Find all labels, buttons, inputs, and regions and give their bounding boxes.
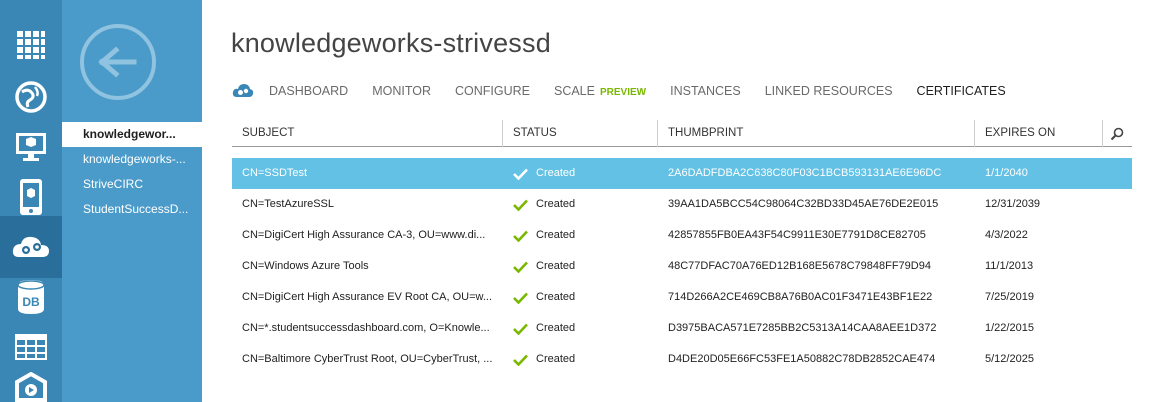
back-arrow-icon [98, 46, 137, 78]
status-text: Created [536, 198, 576, 210]
service-list: knowledgewor... knowledgeworks-... Striv… [62, 122, 202, 222]
checkmark-icon [513, 261, 528, 273]
tab-scale-label: SCALE [553, 84, 595, 98]
cell-thumbprint: 39AA1DA5BCC54C98064C32BD33D45AE76DE2E015 [668, 198, 939, 210]
tab-scale[interactable]: SCALE PREVIEW [554, 84, 646, 98]
search-icon [1110, 127, 1124, 140]
status-text: Created [536, 229, 576, 241]
cell-subject: CN=TestAzureSSL [242, 198, 335, 210]
certificates-table: SUBJECT STATUS THUMBPRINT EXPIRES ON CN=… [232, 120, 1132, 375]
service-item[interactable]: StriveCIRC [62, 172, 202, 197]
table-row[interactable]: CN=SSDTest Created 2A6DADFDBA2C638C80F03C1… [232, 158, 1132, 189]
table-body: CN=SSDTest Created 2A6DADFDBA2C638C80F03C1… [232, 158, 1132, 375]
status-text: Created [536, 260, 576, 272]
table-row[interactable]: CN=DigiCert High Assurance CA-3, OU=www.… [232, 220, 1132, 251]
page-title: knowledgeworks-strivessd [231, 28, 551, 58]
checkmark-icon [513, 292, 528, 304]
cell-status: Created [503, 158, 658, 189]
checkmark-icon [513, 230, 528, 242]
cell-subject: CN=DigiCert High Assurance CA-3, OU=www.… [242, 229, 486, 241]
cell-expires: 1/1/2040 [985, 167, 1028, 179]
tab-bar: DASHBOARD MONITOR CONFIGURE SCALE PREVIEW… [232, 80, 1030, 102]
table-row[interactable]: CN=*.studentsuccessdashboard.com, O=Know… [232, 313, 1132, 344]
tab-configure[interactable]: CONFIGURE [455, 84, 530, 98]
media-services-icon[interactable] [0, 366, 62, 402]
cell-thumbprint: 714D266A2CE469CB8A76B0AC01F3471E43BF1E22 [668, 291, 933, 303]
cell-status: Created [503, 189, 658, 220]
cell-thumbprint: D3975BACA571E7285BB2C5313A14CAA8AEE1D372 [668, 322, 937, 334]
status-text: Created [536, 167, 576, 179]
status-text: Created [536, 353, 576, 365]
table-row[interactable]: CN=Baltimore CyberTrust Root, OU=CyberTr… [232, 344, 1132, 375]
column-header-subject[interactable]: SUBJECT [232, 120, 503, 147]
cell-thumbprint: 48C77DFAC70A76ED12B168E5678C79848FF79D94 [668, 260, 931, 272]
tab-dashboard[interactable]: DASHBOARD [269, 84, 348, 98]
cell-status: Created [503, 220, 658, 251]
column-header-status[interactable]: STATUS [503, 120, 658, 147]
main-content: knowledgeworks-strivessd DASHBOARD MONIT… [202, 0, 1162, 402]
cell-status: Created [503, 251, 658, 282]
cell-expires: 7/25/2019 [985, 291, 1034, 303]
column-header-expires-on[interactable]: EXPIRES ON [975, 120, 1103, 147]
tab-certificates[interactable]: CERTIFICATES [917, 84, 1006, 98]
table-row[interactable]: CN=TestAzureSSL Created 39AA1DA5BCC54C9806… [232, 189, 1132, 220]
status-text: Created [536, 322, 576, 334]
cell-expires: 4/3/2022 [985, 229, 1028, 241]
service-item[interactable]: StudentSuccessD... [62, 197, 202, 222]
tab-instances[interactable]: INSTANCES [670, 84, 741, 98]
cell-expires: 1/22/2015 [985, 322, 1034, 334]
checkmark-icon [513, 323, 528, 335]
checkmark-icon [513, 168, 528, 180]
tab-monitor[interactable]: MONITOR [372, 84, 431, 98]
cell-status: Created [503, 313, 658, 344]
checkmark-icon [513, 354, 528, 366]
search-button[interactable] [1102, 120, 1132, 147]
service-item[interactable]: knowledgeworks-... [62, 147, 202, 172]
cell-expires: 5/12/2025 [985, 353, 1034, 365]
azure-portal: DB knowledgewor... knowledgeworks-... St… [0, 0, 1162, 402]
cell-subject: CN=SSDTest [242, 167, 308, 179]
cell-thumbprint: D4DE20D05E66FC53FE1A50882C78DB2852CAE474 [668, 353, 936, 365]
service-rail: DB [0, 0, 62, 402]
cell-expires: 11/1/2013 [985, 260, 1034, 272]
service-item[interactable]: knowledgewor... [62, 122, 202, 147]
cell-expires: 12/31/2039 [985, 198, 1041, 210]
svg-text:DB: DB [22, 295, 40, 309]
tab-linked-resources[interactable]: LINKED RESOURCES [765, 84, 893, 98]
cell-subject: CN=Baltimore CyberTrust Root, OU=CyberTr… [242, 353, 493, 365]
status-text: Created [536, 291, 576, 303]
checkmark-icon [513, 199, 528, 211]
cloud-service-icon [232, 84, 254, 97]
cloud-services-nav: knowledgewor... knowledgeworks-... Striv… [62, 0, 202, 402]
cell-subject: CN=*.studentsuccessdashboard.com, O=Know… [242, 322, 490, 334]
table-header: SUBJECT STATUS THUMBPRINT EXPIRES ON [232, 120, 1132, 147]
preview-badge: PREVIEW [599, 87, 647, 98]
column-header-thumbprint[interactable]: THUMBPRINT [658, 120, 975, 147]
cell-status: Created [503, 282, 658, 313]
cell-subject: CN=Windows Azure Tools [242, 260, 369, 272]
cell-thumbprint: 42857855FB0EA43F54C9911E30E7791D8CE82705 [668, 229, 926, 241]
back-button[interactable] [80, 24, 156, 100]
cell-status: Created [503, 344, 658, 375]
cell-subject: CN=DigiCert High Assurance EV Root CA, O… [242, 291, 493, 303]
table-row[interactable]: CN=Windows Azure Tools Created 48C77DFAC70… [232, 251, 1132, 282]
table-row[interactable]: CN=DigiCert High Assurance EV Root CA, O… [232, 282, 1132, 313]
cell-thumbprint: 2A6DADFDBA2C638C80F03C1BCB593131AE6E96DC [668, 167, 942, 179]
